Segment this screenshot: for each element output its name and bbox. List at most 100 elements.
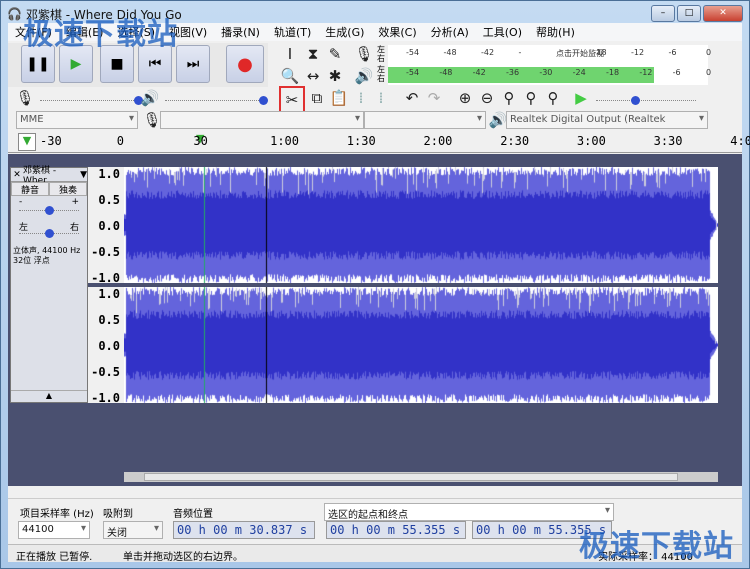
redo-icon[interactable]: ↷ <box>423 87 445 109</box>
waveform-left-channel[interactable] <box>124 167 718 283</box>
record-button[interactable]: ● <box>226 45 264 83</box>
skip-end-button[interactable]: ⏭ <box>176 45 210 83</box>
minimize-button[interactable]: – <box>651 5 675 22</box>
meter-tick: -6 <box>672 68 681 77</box>
menu-item[interactable]: 轨道(T) <box>267 24 318 40</box>
scale-label: 0.0 <box>98 339 120 353</box>
menu-item[interactable]: 工具(O) <box>476 24 529 40</box>
meter-tick: -12 <box>631 48 645 57</box>
solo-button[interactable]: 独奏 <box>49 182 87 196</box>
menu-item[interactable]: 生成(G) <box>318 24 371 40</box>
fit-project-icon[interactable]: ⚲ <box>520 87 542 109</box>
meter-tick: -12 <box>639 68 653 77</box>
snap-to-label: 吸附到 <box>103 509 133 520</box>
microphone-icon: 🎙 <box>15 89 35 107</box>
meter-right-label: 右 <box>377 54 385 63</box>
silence-icon[interactable]: ⁞ <box>370 87 392 109</box>
meter-tick: -48 <box>439 68 453 77</box>
undo-icon[interactable]: ↶ <box>401 87 423 109</box>
gain-slider[interactable] <box>19 206 79 215</box>
timeshift-tool-icon[interactable]: ↔ <box>302 65 324 87</box>
pan-right-label: 右 <box>69 223 79 233</box>
multi-tool-icon[interactable]: ✱ <box>324 65 346 87</box>
ruler-tick-label: 1:30 <box>346 134 376 148</box>
meter-tick: -18 <box>606 68 620 77</box>
envelope-tool-icon[interactable]: ⧗ <box>302 43 324 65</box>
scale-label: 0.0 <box>98 219 120 233</box>
zoom-toggle-icon[interactable]: ⚲ <box>542 87 564 109</box>
menu-item[interactable]: 分析(A) <box>424 24 476 40</box>
amplitude-scale[interactable]: 1.0 0.5 0.0 -0.5 -1.0 <box>88 287 124 405</box>
fit-selection-icon[interactable]: ⚲ <box>498 87 520 109</box>
collapse-track-icon[interactable]: ▲ <box>11 390 87 402</box>
scale-label: -0.5 <box>91 365 120 379</box>
cut-icon[interactable]: ✂ <box>279 86 305 114</box>
meter-tick: 0 <box>706 68 712 77</box>
meter-tick: -6 <box>668 48 677 57</box>
project-rate-label: 项目采样率 (Hz) <box>20 509 94 520</box>
scale-label: 0.5 <box>98 313 120 327</box>
selection-tool-icon[interactable]: I <box>279 43 301 65</box>
meter-tick: 0 <box>706 48 712 57</box>
track-bit-depth: 32位 浮点 <box>13 256 50 265</box>
ruler-tick-label: 2:30 <box>500 134 530 148</box>
pan-slider[interactable] <box>19 229 79 238</box>
zoom-tool-icon[interactable]: 🔍 <box>279 65 301 87</box>
watermark-logo: 极速下载站 <box>579 529 734 564</box>
meter-tick: -24 <box>572 68 586 77</box>
pin-play-head-icon[interactable]: ▼ <box>18 133 36 151</box>
snap-to-select[interactable]: 关闭 <box>103 521 163 539</box>
close-track-icon[interactable]: ✕ <box>11 170 23 180</box>
record-meter[interactable]: -54 -48 -42- 点击开始监视 -18 -12 -6 0 <box>388 45 712 65</box>
maximize-button[interactable]: □ <box>677 5 701 22</box>
speaker-icon[interactable]: 🔊 <box>353 65 375 87</box>
microphone-icon[interactable]: 🎙 <box>353 43 375 65</box>
ruler-tick-label: 3:30 <box>653 134 683 148</box>
scale-label: 1.0 <box>98 287 120 301</box>
watermark-logo: 极速下载站 <box>23 17 178 52</box>
ruler-tick-label: 3:00 <box>576 134 606 148</box>
playback-volume-slider[interactable] <box>165 96 268 105</box>
play-speed-slider[interactable] <box>596 96 696 105</box>
meter-tick: -18 <box>593 48 607 57</box>
audio-host-select[interactable]: MME <box>16 111 138 129</box>
timeline-ruler[interactable]: ▼ ▼ -300301:001:302:002:303:003:304:00 <box>8 131 750 153</box>
scale-label: 1.0 <box>98 167 120 181</box>
record-volume-slider[interactable] <box>40 96 143 105</box>
selection-mode-select[interactable]: 选区的起点和终点 <box>324 503 614 521</box>
paste-icon[interactable]: 📋 <box>328 87 350 109</box>
ruler-tick-label: 30 <box>193 134 208 148</box>
project-rate-select[interactable]: 44100 <box>18 521 90 539</box>
horizontal-scrollbar[interactable] <box>124 472 718 482</box>
playback-meter[interactable]: -54 -48 -42 -36 -30 -24 -18 -12 -6 0 <box>388 65 712 85</box>
output-device-select[interactable]: Realtek Digital Output (Realtek <box>506 111 708 129</box>
meter-tick: -36 <box>506 68 520 77</box>
copy-icon[interactable]: ⧉ <box>306 87 328 109</box>
audio-position-field[interactable]: 00 h 00 m 30.837 s <box>173 521 315 539</box>
headphones-icon: 🎧 <box>7 7 22 21</box>
close-button[interactable]: ✕ <box>703 5 743 22</box>
meter-tick: -42 <box>481 48 495 57</box>
trim-icon[interactable]: ⁞ <box>350 87 372 109</box>
draw-tool-icon[interactable]: ✎ <box>324 43 346 65</box>
meter-tick: -30 <box>539 68 553 77</box>
gain-plus-label: + <box>71 197 79 207</box>
chevron-down-icon[interactable]: ▼ <box>80 170 87 180</box>
zoom-in-icon[interactable]: ⊕ <box>454 87 476 109</box>
meter-tick: -54 <box>406 68 420 77</box>
zoom-out-icon[interactable]: ⊖ <box>476 87 498 109</box>
channels-select[interactable] <box>364 111 486 129</box>
selection-start-field[interactable]: 00 h 00 m 55.355 s <box>326 521 466 539</box>
menu-item[interactable]: 效果(C) <box>371 24 423 40</box>
track-format-info: 立体声, 44100 Hz <box>13 246 81 255</box>
input-device-select[interactable] <box>160 111 364 129</box>
ruler-tick-label: 0 <box>116 134 124 148</box>
play-at-speed-icon[interactable]: ▶ <box>570 87 592 109</box>
menu-item[interactable]: 播录(N) <box>214 24 267 40</box>
amplitude-scale[interactable]: 1.0 0.5 0.0 -0.5 -1.0 <box>88 167 124 285</box>
mute-button[interactable]: 静音 <box>11 182 49 196</box>
audio-position-label: 音频位置 <box>173 509 213 520</box>
waveform-right-channel[interactable] <box>124 287 718 403</box>
ruler-tick-label: 4:00 <box>730 134 750 148</box>
menu-item[interactable]: 帮助(H) <box>529 24 582 40</box>
